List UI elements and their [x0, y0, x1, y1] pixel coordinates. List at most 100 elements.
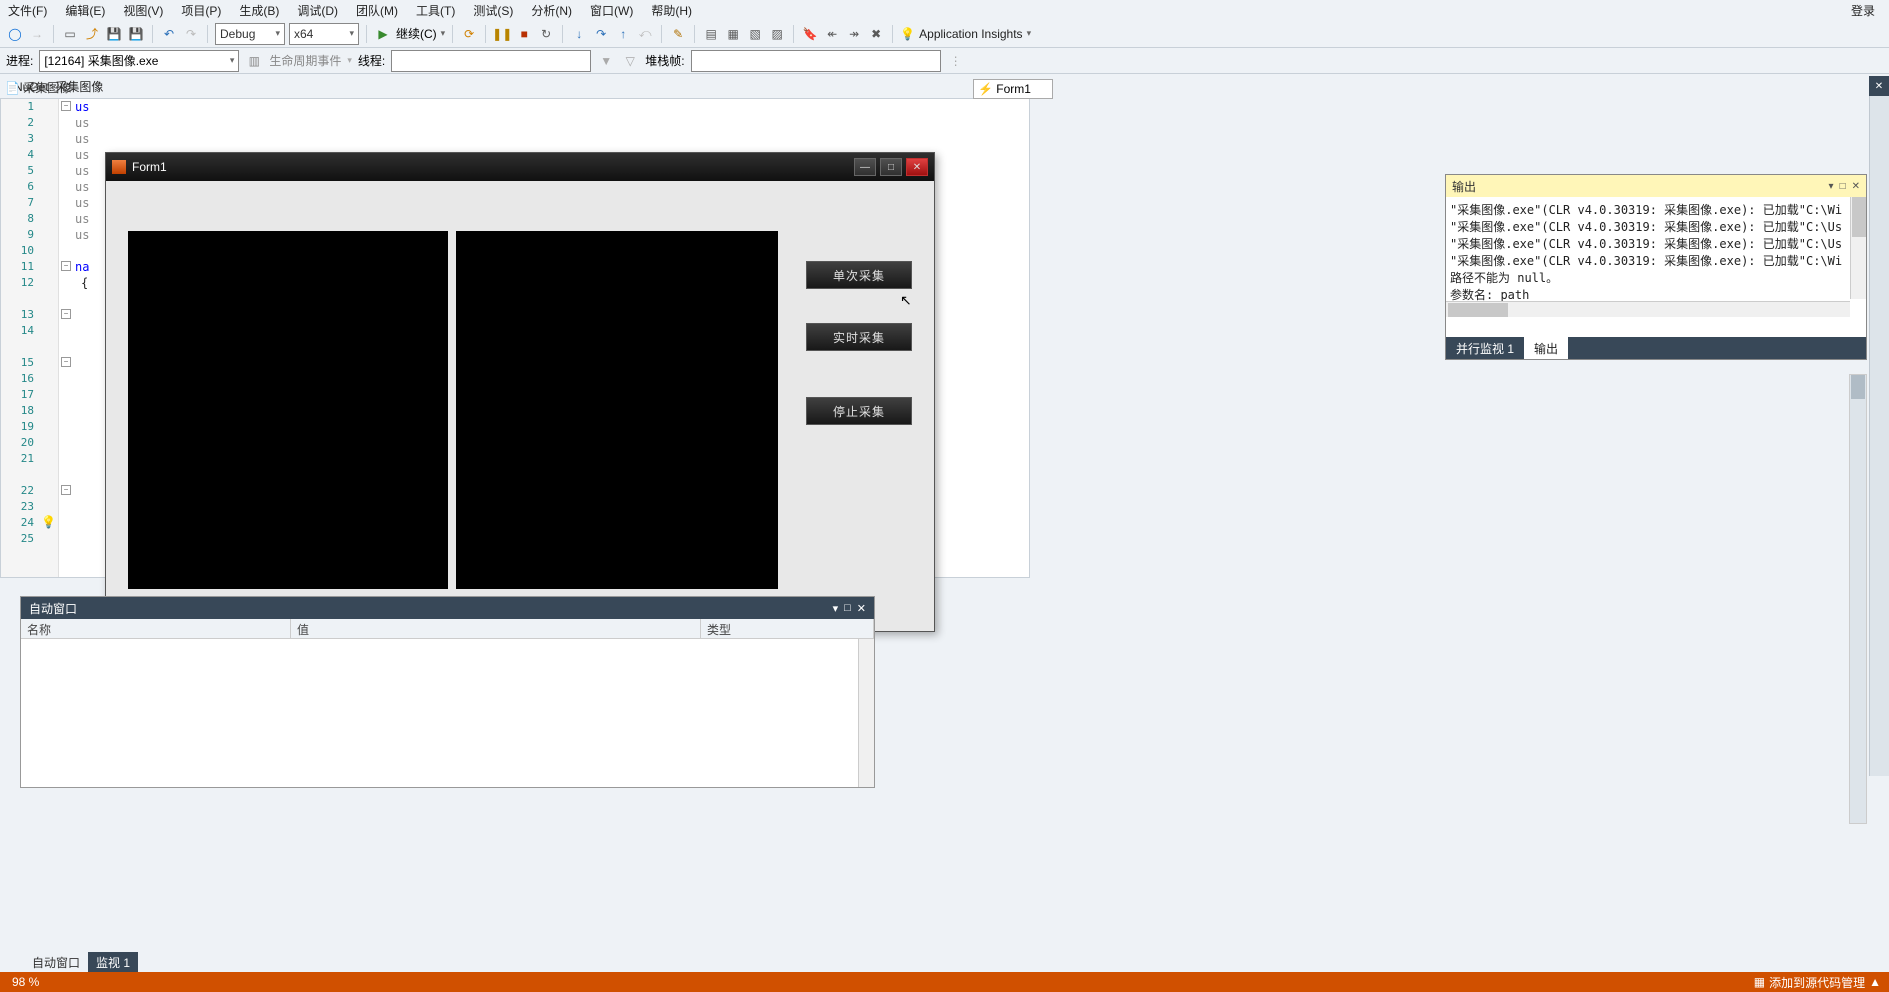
misc-icon[interactable]: ⋮ [947, 52, 965, 70]
lifecycle-icon[interactable]: ▥ [245, 52, 263, 70]
menu-window[interactable]: 窗口(W) [590, 2, 633, 19]
step-over-icon[interactable]: ↷ [592, 25, 610, 43]
side-toolwindow-strip[interactable] [1869, 96, 1889, 776]
plus-icon: ▦ [1754, 975, 1765, 989]
undo-icon[interactable]: ↶ [160, 25, 178, 43]
image-panel-2 [456, 231, 778, 589]
continue-label[interactable]: 继续(C) [396, 25, 437, 42]
pause-icon[interactable]: ❚❚ [493, 25, 511, 43]
thread-combo[interactable] [391, 50, 591, 72]
config-combo[interactable]: Debug▾ [215, 23, 285, 45]
stop-icon[interactable]: ■ [515, 25, 533, 43]
auto-window-panel: 自动窗口 ▾ □ ✕ 名称 值 类型 [20, 596, 875, 788]
save-icon[interactable]: 💾 [105, 25, 123, 43]
restart-icon[interactable]: ↻ [537, 25, 555, 43]
output-titlebar[interactable]: 输出 ▾ □ ✕ [1446, 175, 1866, 197]
back-icon[interactable]: ◯ [6, 25, 24, 43]
menu-build[interactable]: 生成(B) [239, 2, 279, 19]
hotreload-icon[interactable]: ⟳ [460, 25, 478, 43]
continue-icon[interactable]: ▶ [374, 25, 392, 43]
tab-parallel-watch[interactable]: 并行监视 1 [1446, 337, 1524, 359]
auto-body[interactable] [21, 639, 874, 787]
menu-tools[interactable]: 工具(T) [416, 2, 455, 19]
panel-close-icon[interactable]: ✕ [1852, 181, 1860, 192]
redo-icon[interactable]: ↷ [182, 25, 200, 43]
new-icon[interactable]: ▭ [61, 25, 79, 43]
bookmark-prev-icon[interactable]: ↞ [823, 25, 841, 43]
menu-edit[interactable]: 编辑(E) [65, 2, 105, 19]
single-capture-button[interactable]: 单次采集 [806, 261, 912, 289]
output-hscrollbar[interactable] [1446, 301, 1850, 317]
layout2-icon[interactable]: ▦ [724, 25, 742, 43]
col-type[interactable]: 类型 [701, 619, 874, 638]
step-back-icon[interactable]: ⤺ [636, 25, 654, 43]
col-value[interactable]: 值 [291, 619, 701, 638]
nav-combo[interactable]: ⚡ Form1 [973, 79, 1053, 99]
close-button[interactable]: ✕ [906, 158, 928, 176]
panel-dropdown-icon[interactable]: ▾ [833, 602, 839, 615]
stop-capture-button[interactable]: 停止采集 [806, 397, 912, 425]
menu-help[interactable]: 帮助(H) [651, 2, 692, 19]
fold-icon[interactable]: − [61, 357, 71, 367]
tab-watch1[interactable]: 监视 1 [88, 952, 138, 972]
bookmark-next-icon[interactable]: ↠ [845, 25, 863, 43]
minimize-button[interactable]: — [854, 158, 876, 176]
output-vscrollbar[interactable] [1850, 197, 1866, 299]
realtime-capture-button[interactable]: 实时采集 [806, 323, 912, 351]
auto-vscrollbar[interactable] [858, 639, 874, 787]
form1-titlebar[interactable]: Form1 — □ ✕ [106, 153, 934, 181]
bulb-icon: 💡 [900, 27, 915, 41]
tab-auto-window[interactable]: 自动窗口 [24, 952, 88, 972]
layout-icon[interactable]: ▤ [702, 25, 720, 43]
filter2-icon[interactable]: ▽ [621, 52, 639, 70]
menu-test[interactable]: 测试(S) [473, 2, 513, 19]
panel-maximize-icon[interactable]: □ [1840, 181, 1846, 192]
diag-icon[interactable]: ✎ [669, 25, 687, 43]
step-into-icon[interactable]: ↓ [570, 25, 588, 43]
step-out-icon[interactable]: ↑ [614, 25, 632, 43]
filter1-icon[interactable]: ▼ [597, 52, 615, 70]
menu-team[interactable]: 团队(M) [356, 2, 398, 19]
auto-window-titlebar[interactable]: 自动窗口 ▾ □ ✕ [21, 597, 874, 619]
open-icon[interactable]: ⤴ [83, 25, 101, 43]
tab-doc[interactable]: 📄 采集图像 [5, 79, 71, 96]
source-control-button[interactable]: ▦ 添加到源代码管理 ▲ [1754, 974, 1881, 991]
panel-close-icon[interactable]: ✕ [857, 602, 866, 615]
col-name[interactable]: 名称 [21, 619, 291, 638]
app-insights-button[interactable]: 💡 Application Insights ▾ [900, 27, 1031, 41]
menu-project[interactable]: 项目(P) [181, 2, 221, 19]
layout3-icon[interactable]: ▧ [746, 25, 764, 43]
bookmark-clear-icon[interactable]: ✖ [867, 25, 885, 43]
bookmark-icon[interactable]: 🔖 [801, 25, 819, 43]
editor-vscrollbar[interactable] [1849, 374, 1867, 824]
stackframe-label: 堆栈帧: [645, 52, 684, 69]
form1-title: Form1 [132, 160, 167, 174]
fold-icon[interactable]: − [61, 261, 71, 271]
fold-icon[interactable]: − [61, 101, 71, 111]
output-body[interactable]: "采集图像.exe"(CLR v4.0.30319: 采集图像.exe): 已加… [1446, 197, 1866, 317]
tab-output[interactable]: 输出 [1524, 337, 1568, 359]
layout4-icon[interactable]: ▨ [768, 25, 786, 43]
menu-file[interactable]: 文件(F) [8, 2, 47, 19]
panel-maximize-icon[interactable]: □ [844, 602, 851, 615]
login-link[interactable]: 登录 [1851, 2, 1875, 19]
menu-debug[interactable]: 调试(D) [297, 2, 338, 19]
fold-icon[interactable]: − [61, 485, 71, 495]
output-panel: 输出 ▾ □ ✕ "采集图像.exe"(CLR v4.0.30319: 采集图像… [1445, 174, 1867, 360]
side-close-icon[interactable]: ✕ [1869, 76, 1889, 96]
status-position: 98 % [12, 975, 39, 989]
lightbulb-icon[interactable]: 💡 [41, 515, 56, 529]
fold-icon[interactable]: − [61, 309, 71, 319]
arrow-up-icon: ▲ [1869, 975, 1881, 989]
menu-analyze[interactable]: 分析(N) [531, 2, 572, 19]
menu-view[interactable]: 视图(V) [123, 2, 163, 19]
toolbar-main: ◯ → ▭ ⤴ 💾 💾 ↶ ↷ Debug▾ x64▾ ▶ 继续(C) ▾ ⟳ … [0, 20, 1889, 48]
lifecycle-label: 生命周期事件 [269, 52, 341, 69]
stackframe-combo[interactable] [691, 50, 941, 72]
saveall-icon[interactable]: 💾 [127, 25, 145, 43]
panel-dropdown-icon[interactable]: ▾ [1829, 181, 1834, 192]
maximize-button[interactable]: □ [880, 158, 902, 176]
process-combo[interactable]: [12164] 采集图像.exe▾ [39, 50, 239, 72]
forward-icon[interactable]: → [28, 25, 46, 43]
platform-combo[interactable]: x64▾ [289, 23, 359, 45]
